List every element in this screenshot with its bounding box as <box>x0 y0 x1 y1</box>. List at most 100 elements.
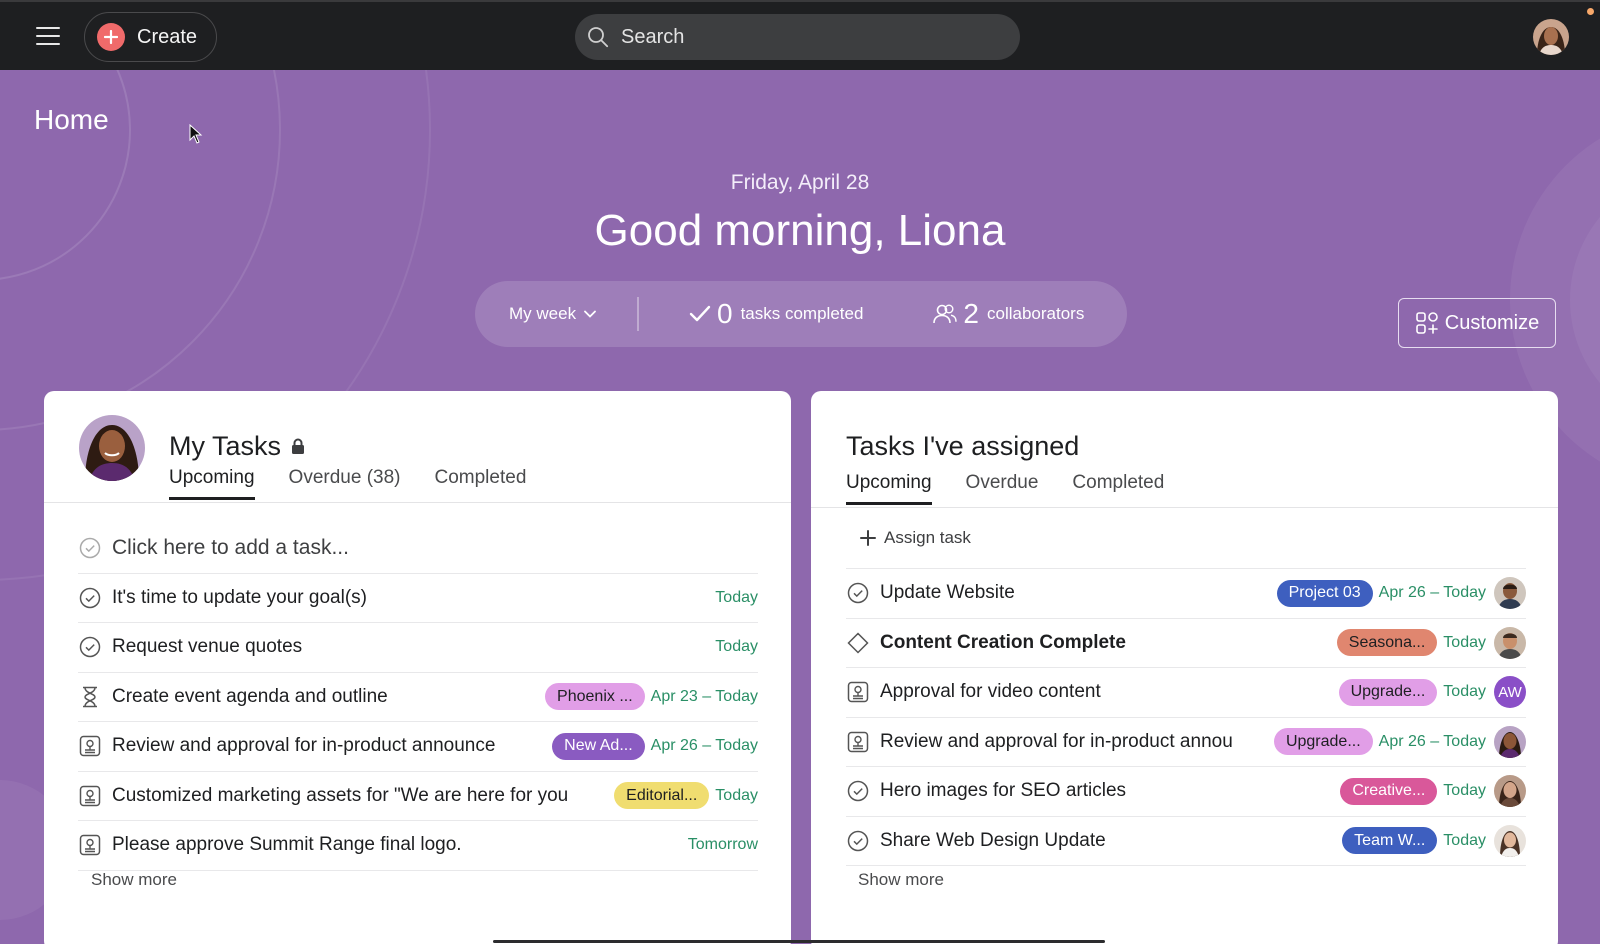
project-tag[interactable]: Project 03 <box>1276 579 1373 607</box>
assigned-row[interactable]: Update Website Project 03 Apr 26 – Today <box>846 569 1526 619</box>
collaborators-stat: 2 collaborators <box>933 298 1084 330</box>
assigned-row[interactable]: Review and approval for in-product annou… <box>846 718 1526 767</box>
task-name: Customized marketing assets for "We are … <box>112 784 569 806</box>
project-tag[interactable]: Editorial... <box>614 782 710 810</box>
mouse-cursor-icon <box>189 124 203 144</box>
assigned-row[interactable]: Content Creation Complete Seasona... Tod… <box>846 619 1526 668</box>
task-row[interactable]: Please approve Summit Range final logo. … <box>78 821 758 871</box>
project-tag[interactable]: Creative... <box>1340 777 1438 805</box>
show-more-link[interactable]: Show more <box>858 870 944 890</box>
date-label: Friday, April 28 <box>730 171 870 194</box>
task-due: Apr 23 – Today <box>650 687 758 705</box>
create-button[interactable]: Create <box>84 12 217 62</box>
week-selector-label: My week <box>509 304 577 323</box>
task-row[interactable]: It's time to update your goal(s) Today <box>78 574 758 623</box>
my-tasks-list: Click here to add a task... It's time to… <box>78 524 758 871</box>
approval-icon[interactable] <box>846 730 870 754</box>
assignee-initials-avatar[interactable]: AW <box>1494 676 1526 709</box>
create-button-label: Create <box>137 25 198 48</box>
tab-completed[interactable]: Completed <box>1072 472 1164 505</box>
task-row[interactable]: Request venue quotes Today <box>78 623 758 673</box>
assigned-row[interactable]: Share Web Design Update Team W... Today <box>846 817 1526 866</box>
task-name: Update Website <box>880 582 1015 604</box>
page-title: Home <box>34 104 109 135</box>
search-input[interactable]: Search <box>575 14 1020 60</box>
tab-upcoming[interactable]: Upcoming <box>169 467 255 500</box>
user-avatar[interactable] <box>1533 19 1569 55</box>
task-name: Please approve Summit Range final logo. <box>112 834 462 856</box>
my-tasks-tabs: Upcoming Overdue (38) Completed <box>169 467 560 500</box>
hamburger-menu-icon[interactable] <box>36 26 60 46</box>
check-circle-icon[interactable] <box>78 586 102 610</box>
my-tasks-title-text: My Tasks <box>169 431 282 461</box>
my-tasks-card: My Tasks Upcoming Overdue (38) Completed… <box>44 391 791 944</box>
check-circle-icon[interactable] <box>846 779 870 803</box>
week-selector[interactable]: My week <box>475 304 637 324</box>
task-due: Tomorrow <box>687 836 758 854</box>
hourglass-icon[interactable] <box>78 685 102 709</box>
task-name: Approval for video content <box>880 681 1101 703</box>
task-due: Today <box>715 588 758 606</box>
assigned-tabs: Upcoming Overdue Completed <box>846 472 1198 505</box>
project-tag[interactable]: Phoenix ... <box>545 683 645 711</box>
task-name: Review and approval for in-product annou <box>880 730 1233 752</box>
stats-bar: My week 0 tasks completed 2 collaborator… <box>475 281 1127 347</box>
horizontal-scrollbar[interactable] <box>493 940 1105 943</box>
assigned-row[interactable]: Approval for video content Upgrade... To… <box>846 668 1526 718</box>
project-tag[interactable]: Upgrade... <box>1273 728 1373 756</box>
task-row[interactable]: Review and approval for in-product annou… <box>78 722 758 772</box>
check-circle-icon[interactable] <box>78 635 102 659</box>
project-tag[interactable]: Team W... <box>1342 827 1438 855</box>
tab-completed[interactable]: Completed <box>435 467 527 500</box>
tab-overdue[interactable]: Overdue <box>966 472 1039 505</box>
assigned-row[interactable]: Hero images for SEO articles Creative...… <box>846 767 1526 817</box>
project-tag[interactable]: Upgrade... <box>1338 678 1438 706</box>
task-name: Hero images for SEO articles <box>880 780 1127 802</box>
lock-icon <box>292 438 305 454</box>
plus-icon <box>860 529 876 546</box>
tasks-completed-stat: 0 tasks completed <box>689 298 863 330</box>
task-due: Apr 26 – Today <box>1378 732 1486 750</box>
widgets-icon <box>1415 312 1438 334</box>
check-circle-icon[interactable] <box>846 829 870 853</box>
assignee-avatar[interactable] <box>1494 577 1526 610</box>
task-row[interactable]: Customized marketing assets for "We are … <box>78 772 758 821</box>
assignee-avatar[interactable] <box>1494 725 1526 758</box>
assignee-avatar[interactable] <box>1494 824 1526 857</box>
task-name: Content Creation Complete <box>880 631 1126 653</box>
customize-label: Customize <box>1444 311 1540 334</box>
add-task-input[interactable]: Click here to add a task... <box>112 536 758 560</box>
assign-task-button[interactable]: Assign task <box>846 507 1526 569</box>
task-due: Apr 26 – Today <box>1378 584 1486 602</box>
top-bar: Create Search <box>0 0 1600 70</box>
task-name: It's time to update your goal(s) <box>112 586 367 608</box>
approval-icon[interactable] <box>846 680 870 704</box>
search-icon <box>588 27 609 48</box>
milestone-diamond-icon[interactable] <box>846 631 870 655</box>
project-tag[interactable]: New Ad... <box>552 732 645 760</box>
check-circle-icon[interactable] <box>846 581 870 605</box>
assignee-avatar[interactable] <box>1494 775 1526 808</box>
collaborators-count: 2 <box>963 298 979 329</box>
task-row[interactable]: Create event agenda and outline Phoenix … <box>78 673 758 722</box>
tab-overdue[interactable]: Overdue (38) <box>289 467 401 500</box>
tasks-completed-count: 0 <box>717 298 733 329</box>
customize-button[interactable]: Customize <box>1398 298 1556 348</box>
approval-icon[interactable] <box>78 784 102 808</box>
approval-icon[interactable] <box>78 833 102 857</box>
task-name: Share Web Design Update <box>880 829 1106 851</box>
show-more-link[interactable]: Show more <box>91 870 177 890</box>
task-name: Create event agenda and outline <box>112 685 388 707</box>
project-tag[interactable]: Seasona... <box>1336 629 1438 657</box>
task-due: Today <box>715 638 758 656</box>
assignee-avatar[interactable] <box>1494 626 1526 659</box>
stats-divider <box>637 297 639 331</box>
tab-upcoming[interactable]: Upcoming <box>846 472 932 505</box>
task-due: Today <box>1443 683 1486 701</box>
approval-icon[interactable] <box>78 734 102 758</box>
search-placeholder: Search <box>621 25 685 48</box>
add-task-row[interactable]: Click here to add a task... <box>78 524 758 574</box>
greeting-heading: Good morning, Liona <box>594 206 1006 255</box>
task-name: Review and approval for in-product annou… <box>112 735 496 757</box>
my-tasks-avatar <box>79 415 145 481</box>
